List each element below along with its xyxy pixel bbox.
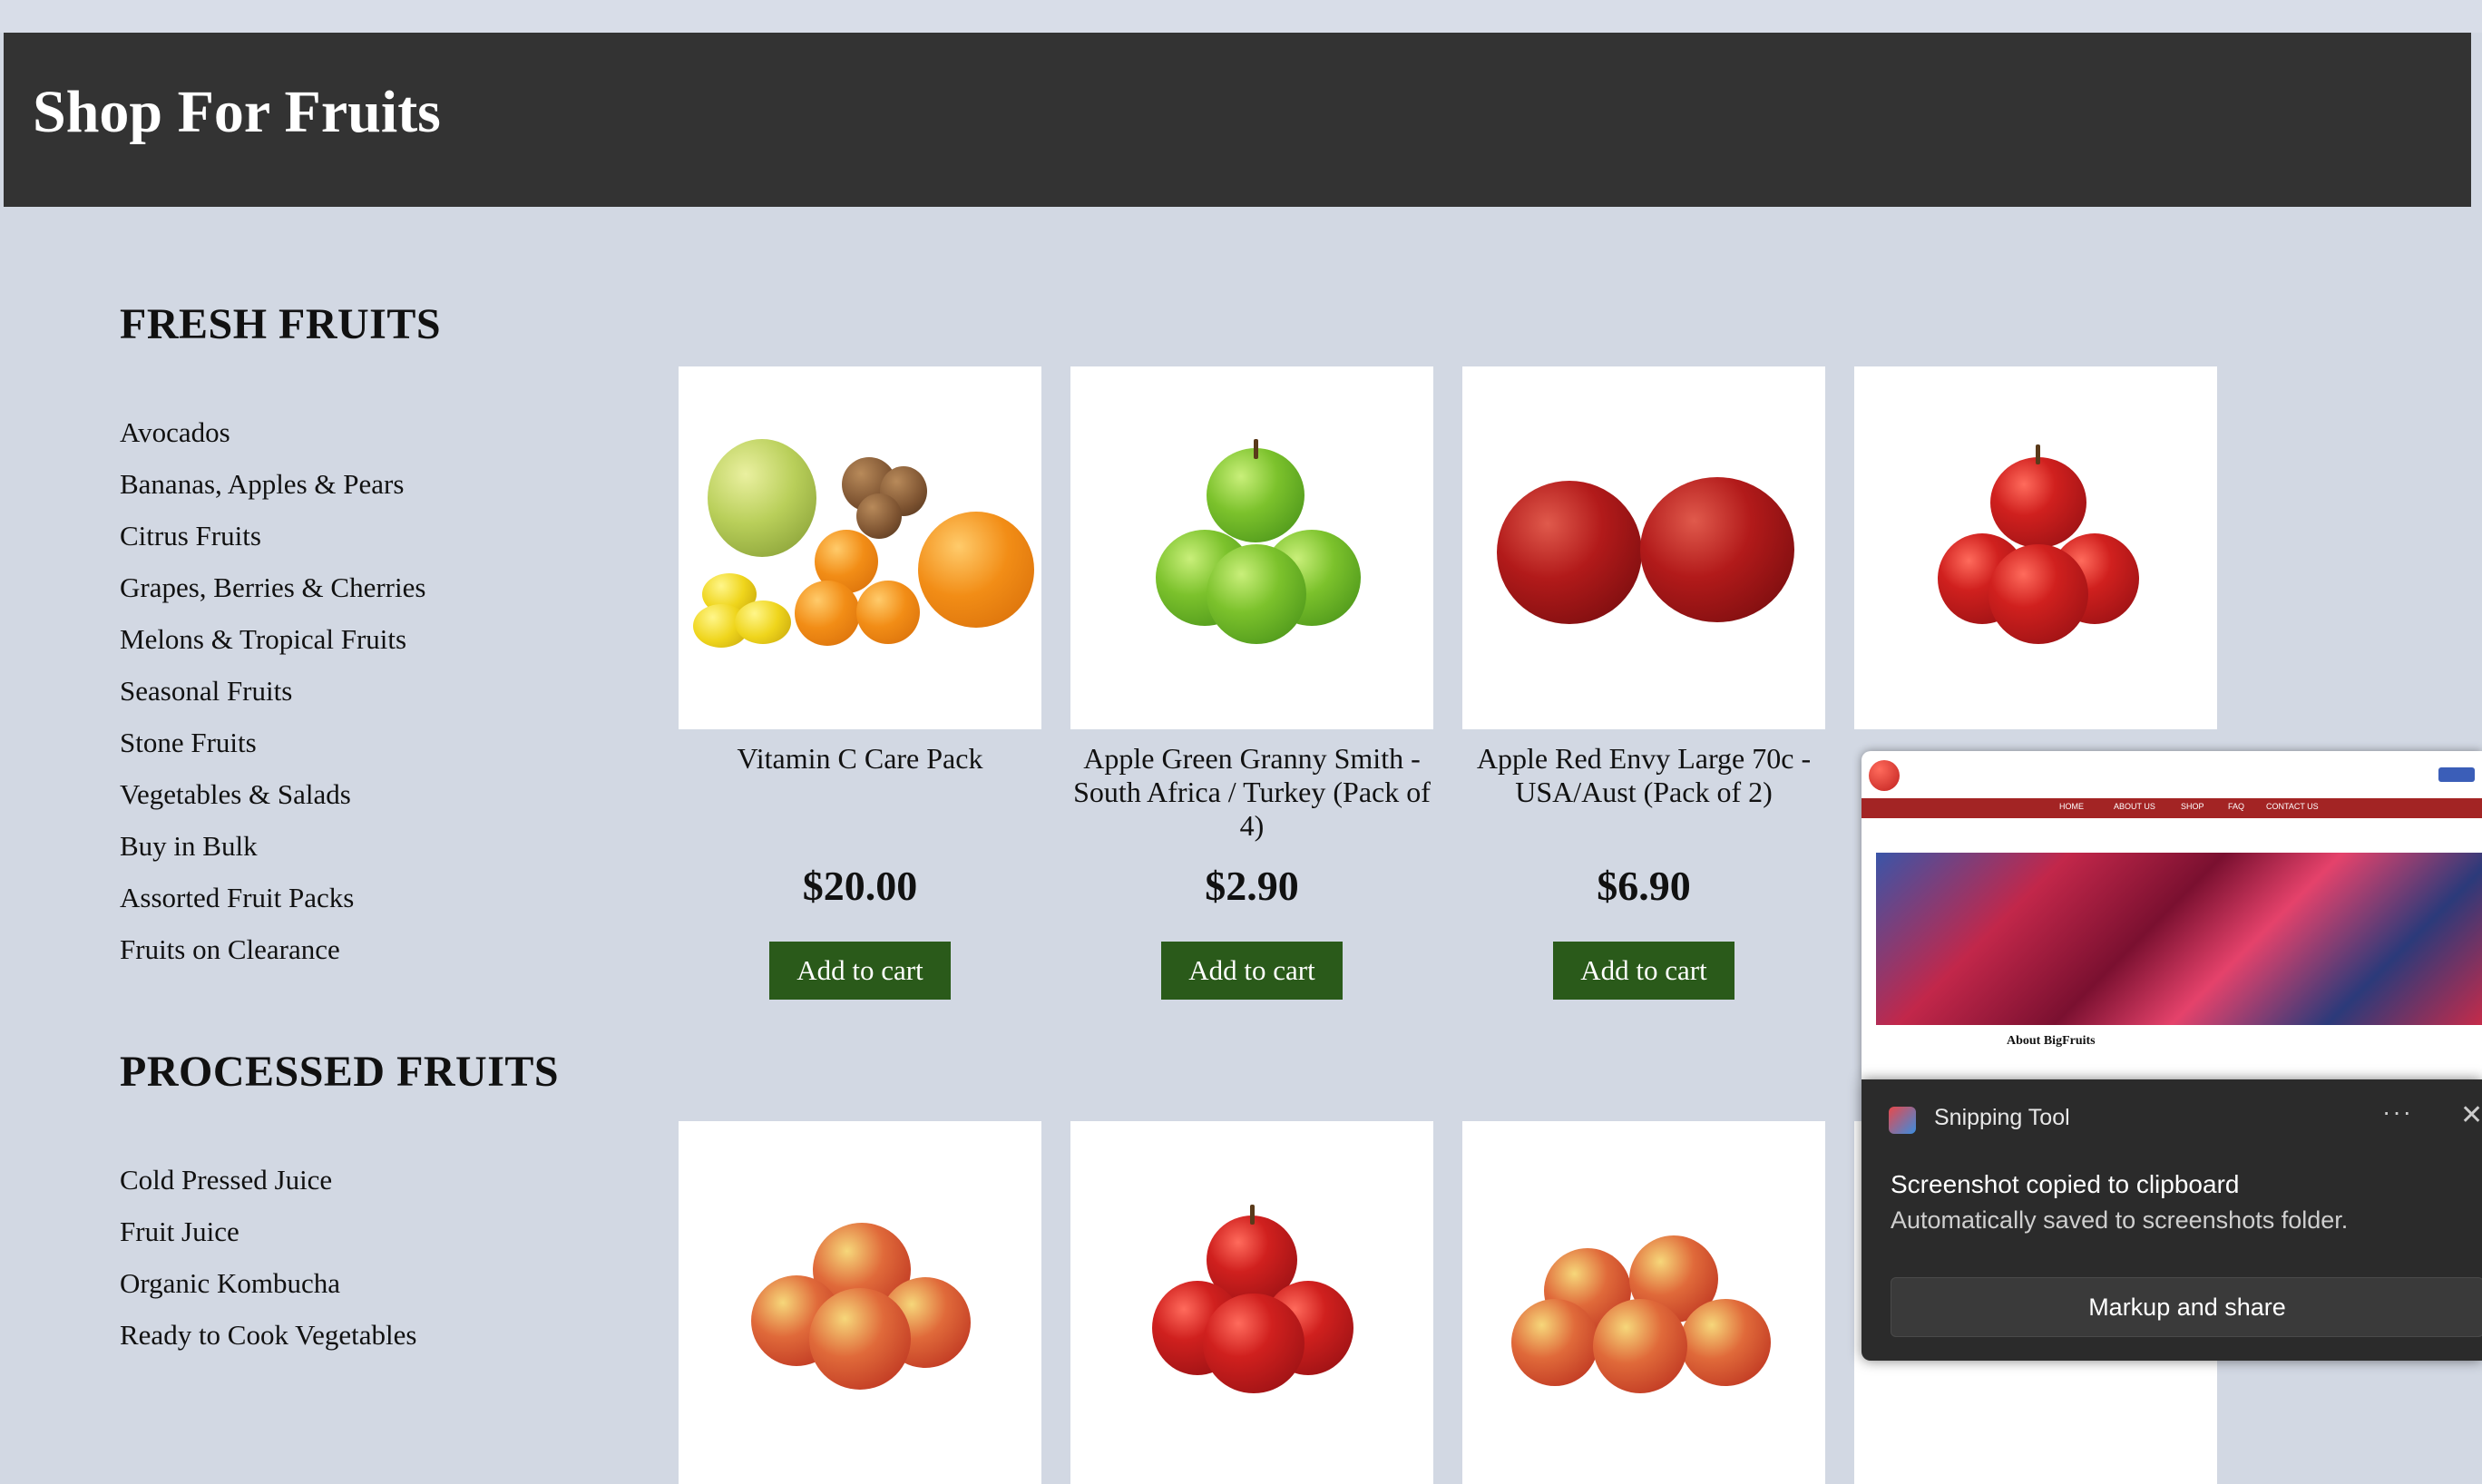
- add-to-cart-button[interactable]: Add to cart: [1553, 942, 1734, 1000]
- product-card: Apple Red Envy Large 70c - USA/Aust (Pac…: [1462, 366, 1825, 1000]
- category-assorted-packs[interactable]: Assorted Fruit Packs: [120, 872, 425, 923]
- product-card: [1070, 1121, 1433, 1484]
- product-image[interactable]: [1462, 1121, 1825, 1484]
- category-ready-to-cook-vegetables[interactable]: Ready to Cook Vegetables: [120, 1309, 416, 1361]
- notification-detail: Automatically saved to screenshots folde…: [1891, 1206, 2349, 1234]
- product-price: $6.90: [1597, 863, 1691, 909]
- category-buy-in-bulk[interactable]: Buy in Bulk: [120, 820, 425, 872]
- category-fruit-juice[interactable]: Fruit Juice: [120, 1206, 416, 1257]
- category-cold-pressed-juice[interactable]: Cold Pressed Juice: [120, 1154, 416, 1206]
- category-stone-fruits[interactable]: Stone Fruits: [120, 717, 425, 768]
- close-icon[interactable]: ✕: [2460, 1099, 2482, 1131]
- preview-nav-shop: SHOP: [2181, 802, 2204, 811]
- product-image[interactable]: [679, 366, 1041, 729]
- browser-top-strip: [0, 0, 2482, 33]
- preview-nav-about: ABOUT US: [2114, 802, 2155, 811]
- product-name[interactable]: Apple Red Envy Large 70c - USA/Aust (Pac…: [1462, 742, 1825, 844]
- notification-message: Screenshot copied to clipboard: [1891, 1170, 2240, 1198]
- product-image[interactable]: [1070, 1121, 1433, 1484]
- fresh-fruits-heading: FRESH FRUITS: [120, 300, 442, 348]
- category-grapes-berries-cherries[interactable]: Grapes, Berries & Cherries: [120, 561, 425, 613]
- product-name[interactable]: Vitamin C Care Pack: [679, 742, 1041, 844]
- product-card: Vitamin C Care Pack $20.00 Add to cart: [679, 366, 1041, 1000]
- snipping-tool-icon: [1889, 1107, 1916, 1134]
- product-card: [679, 1121, 1041, 1484]
- category-organic-kombucha[interactable]: Organic Kombucha: [120, 1257, 416, 1309]
- processed-fruits-heading: PROCESSED FRUITS: [120, 1048, 560, 1096]
- product-price: $2.90: [1205, 863, 1299, 909]
- category-vegetables-salads[interactable]: Vegetables & Salads: [120, 768, 425, 820]
- product-name[interactable]: Apple Green Granny Smith - South Africa …: [1070, 742, 1433, 844]
- product-image[interactable]: [679, 1121, 1041, 1484]
- preview-nav-contact: CONTACT US: [2266, 802, 2319, 811]
- product-image[interactable]: [1462, 366, 1825, 729]
- product-card: [1462, 1121, 1825, 1484]
- bigfruits-logo-icon: [1869, 760, 1900, 791]
- category-clearance[interactable]: Fruits on Clearance: [120, 923, 425, 975]
- screenshot-preview-thumbnail[interactable]: HOME ABOUT US SHOP FAQ CONTACT US About …: [1862, 751, 2482, 1079]
- fresh-fruits-list: Avocados Bananas, Apples & Pears Citrus …: [120, 406, 425, 975]
- more-options-icon[interactable]: ···: [2382, 1098, 2413, 1127]
- preview-berries-image: [1876, 853, 2482, 1025]
- category-avocados[interactable]: Avocados: [120, 406, 425, 458]
- processed-fruits-list: Cold Pressed Juice Fruit Juice Organic K…: [120, 1154, 416, 1361]
- preview-about-heading: About BigFruits: [2007, 1034, 2096, 1048]
- sign-in-button: [2438, 767, 2475, 782]
- preview-nav-bar: [1862, 798, 2482, 818]
- markup-and-share-button[interactable]: Markup and share: [1891, 1277, 2482, 1337]
- product-card: Apple Green Granny Smith - South Africa …: [1070, 366, 1433, 1000]
- category-seasonal-fruits[interactable]: Seasonal Fruits: [120, 665, 425, 717]
- product-card: [1854, 366, 2217, 729]
- product-image[interactable]: [1854, 366, 2217, 729]
- category-bananas-apples-pears[interactable]: Bananas, Apples & Pears: [120, 458, 425, 510]
- notification-app-name: Snipping Tool: [1934, 1105, 2070, 1130]
- preview-nav-home: HOME: [2059, 802, 2084, 811]
- add-to-cart-button[interactable]: Add to cart: [769, 942, 951, 1000]
- add-to-cart-button[interactable]: Add to cart: [1161, 942, 1343, 1000]
- site-header: Shop For Fruits: [4, 33, 2471, 207]
- preview-nav-faq: FAQ: [2228, 802, 2245, 811]
- product-price: $20.00: [802, 863, 918, 909]
- product-image[interactable]: [1070, 366, 1433, 729]
- site-title[interactable]: Shop For Fruits: [33, 78, 441, 147]
- category-citrus-fruits[interactable]: Citrus Fruits: [120, 510, 425, 561]
- category-melons-tropical[interactable]: Melons & Tropical Fruits: [120, 613, 425, 665]
- snipping-tool-notification: Snipping Tool ··· ✕ Screenshot copied to…: [1862, 1079, 2482, 1361]
